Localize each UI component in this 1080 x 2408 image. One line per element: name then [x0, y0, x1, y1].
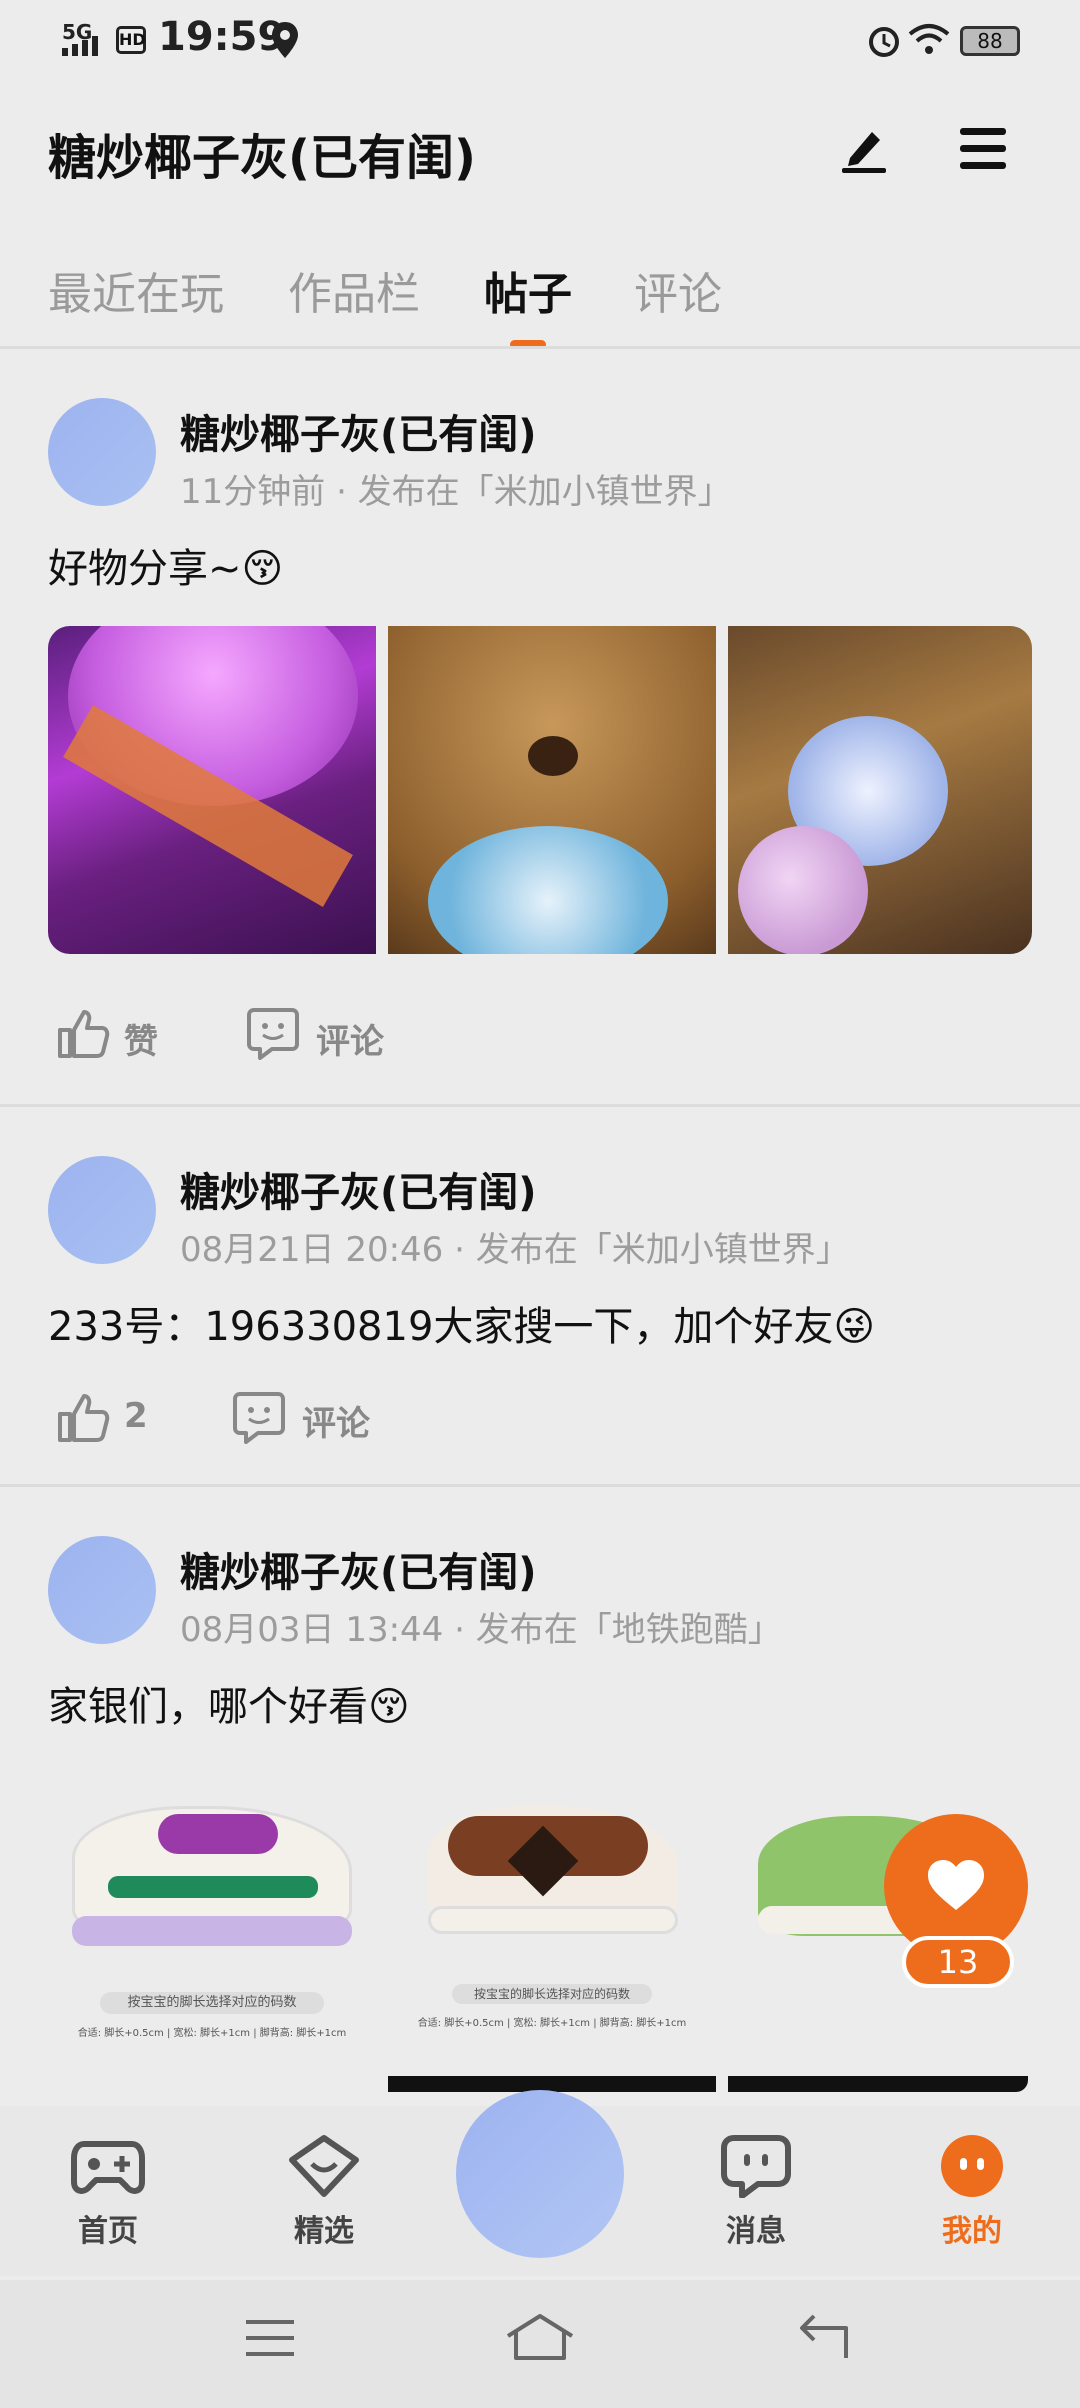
back-icon[interactable]: [796, 2312, 850, 2362]
image-strip: [728, 2076, 1028, 2092]
featured-icon: [289, 2135, 359, 2197]
post-author[interactable]: 糖炒椰子灰(已有闺): [180, 402, 537, 460]
recents-icon[interactable]: [244, 2316, 296, 2360]
page-title: 糖炒椰子灰(已有闺): [48, 130, 476, 186]
tab-posts[interactable]: 帖子: [484, 258, 572, 322]
nav-me[interactable]: 我的: [902, 2134, 1042, 2250]
like-label[interactable]: 赞: [124, 1014, 158, 1063]
divider: [0, 1104, 1080, 1107]
me-icon: [941, 2135, 1003, 2197]
size-caption: 按宝宝的脚长选择对应的码数: [100, 1992, 324, 2014]
like-icon[interactable]: [56, 1390, 110, 1444]
tab-recent[interactable]: 最近在玩: [48, 258, 224, 322]
favorite-count: 13: [902, 1936, 1014, 1988]
post-author[interactable]: 糖炒椰子灰(已有闺): [180, 1160, 537, 1218]
avatar[interactable]: [48, 1536, 156, 1644]
bottom-nav: 首页 精选 消息 我的: [0, 2090, 1080, 2276]
like-count[interactable]: 2: [124, 1396, 148, 1436]
status-bar: 5G HD 19:59 88: [0, 0, 1080, 80]
nav-me-label: 我的: [942, 2214, 1002, 2249]
size-caption: 按宝宝的脚长选择对应的码数: [452, 1984, 652, 2004]
post-author[interactable]: 糖炒椰子灰(已有闺): [180, 1540, 537, 1598]
center-avatar-button[interactable]: [456, 2090, 624, 2258]
nav-home-label: 首页: [78, 2214, 138, 2249]
alarm-icon: [869, 27, 899, 57]
gamepad-icon: [71, 2141, 145, 2194]
wifi-icon: [908, 24, 950, 54]
size-note: 合适: 脚长+0.5cm | 宽松: 脚长+1cm | 脚背高: 脚长+1cm: [77, 2028, 347, 2039]
message-icon: [721, 2135, 791, 2199]
divider: [0, 346, 1080, 349]
comment-icon[interactable]: [232, 1390, 286, 1444]
nav-messages-label: 消息: [726, 2214, 786, 2249]
like-icon[interactable]: [56, 1006, 110, 1060]
post-text[interactable]: 家银们，哪个好看😚: [48, 1674, 410, 1732]
status-time: 19:59: [158, 14, 286, 60]
post-meta: 08月21日 20:46 · 发布在「米加小镇世界」: [180, 1230, 850, 1270]
hd-badge: HD: [116, 26, 146, 54]
post-image[interactable]: 按宝宝的脚长选择对应的码数 合适: 脚长+0.5cm | 宽松: 脚长+1cm …: [388, 1766, 716, 2106]
nav-home[interactable]: 首页: [38, 2134, 178, 2250]
tab-works[interactable]: 作品栏: [288, 258, 420, 322]
system-nav-bar: [0, 2280, 1080, 2408]
tab-comments[interactable]: 评论: [634, 258, 722, 322]
post-image[interactable]: [728, 626, 1032, 954]
signal-bars-icon: [62, 36, 98, 56]
divider: [0, 1484, 1080, 1487]
menu-icon[interactable]: [958, 126, 1008, 172]
nav-featured-label: 精选: [294, 2214, 354, 2249]
avatar[interactable]: [48, 398, 156, 506]
avatar[interactable]: [48, 1156, 156, 1264]
nav-featured[interactable]: 精选: [254, 2134, 394, 2250]
size-note: 合适: 脚长+0.5cm | 宽松: 脚长+1cm | 脚背高: 脚长+1cm: [417, 2018, 687, 2029]
pen-icon[interactable]: [838, 124, 888, 174]
image-strip: [388, 2076, 716, 2092]
location-icon: [272, 22, 298, 58]
heart-icon: [928, 1860, 984, 1910]
battery-indicator: 88: [960, 26, 1020, 56]
post-text[interactable]: 好物分享~😚: [48, 536, 283, 594]
post-image[interactable]: 按宝宝的脚长选择对应的码数 合适: 脚长+0.5cm | 宽松: 脚长+1cm …: [48, 1766, 376, 2106]
comment-label[interactable]: 评论: [316, 1014, 384, 1063]
home-icon[interactable]: [504, 2312, 576, 2362]
profile-tabs: 最近在玩 作品栏 帖子 评论: [0, 250, 1080, 350]
post-image[interactable]: [388, 626, 716, 954]
comment-icon[interactable]: [246, 1006, 300, 1060]
post-meta: 11分钟前 · 发布在「米加小镇世界」: [180, 472, 732, 512]
post-meta: 08月03日 13:44 · 发布在「地铁跑酷」: [180, 1610, 782, 1650]
post-image[interactable]: [48, 626, 376, 954]
post-text[interactable]: 233号：196330819大家搜一下，加个好友😜: [48, 1294, 875, 1352]
comment-label[interactable]: 评论: [302, 1396, 370, 1445]
nav-messages[interactable]: 消息: [686, 2134, 826, 2250]
